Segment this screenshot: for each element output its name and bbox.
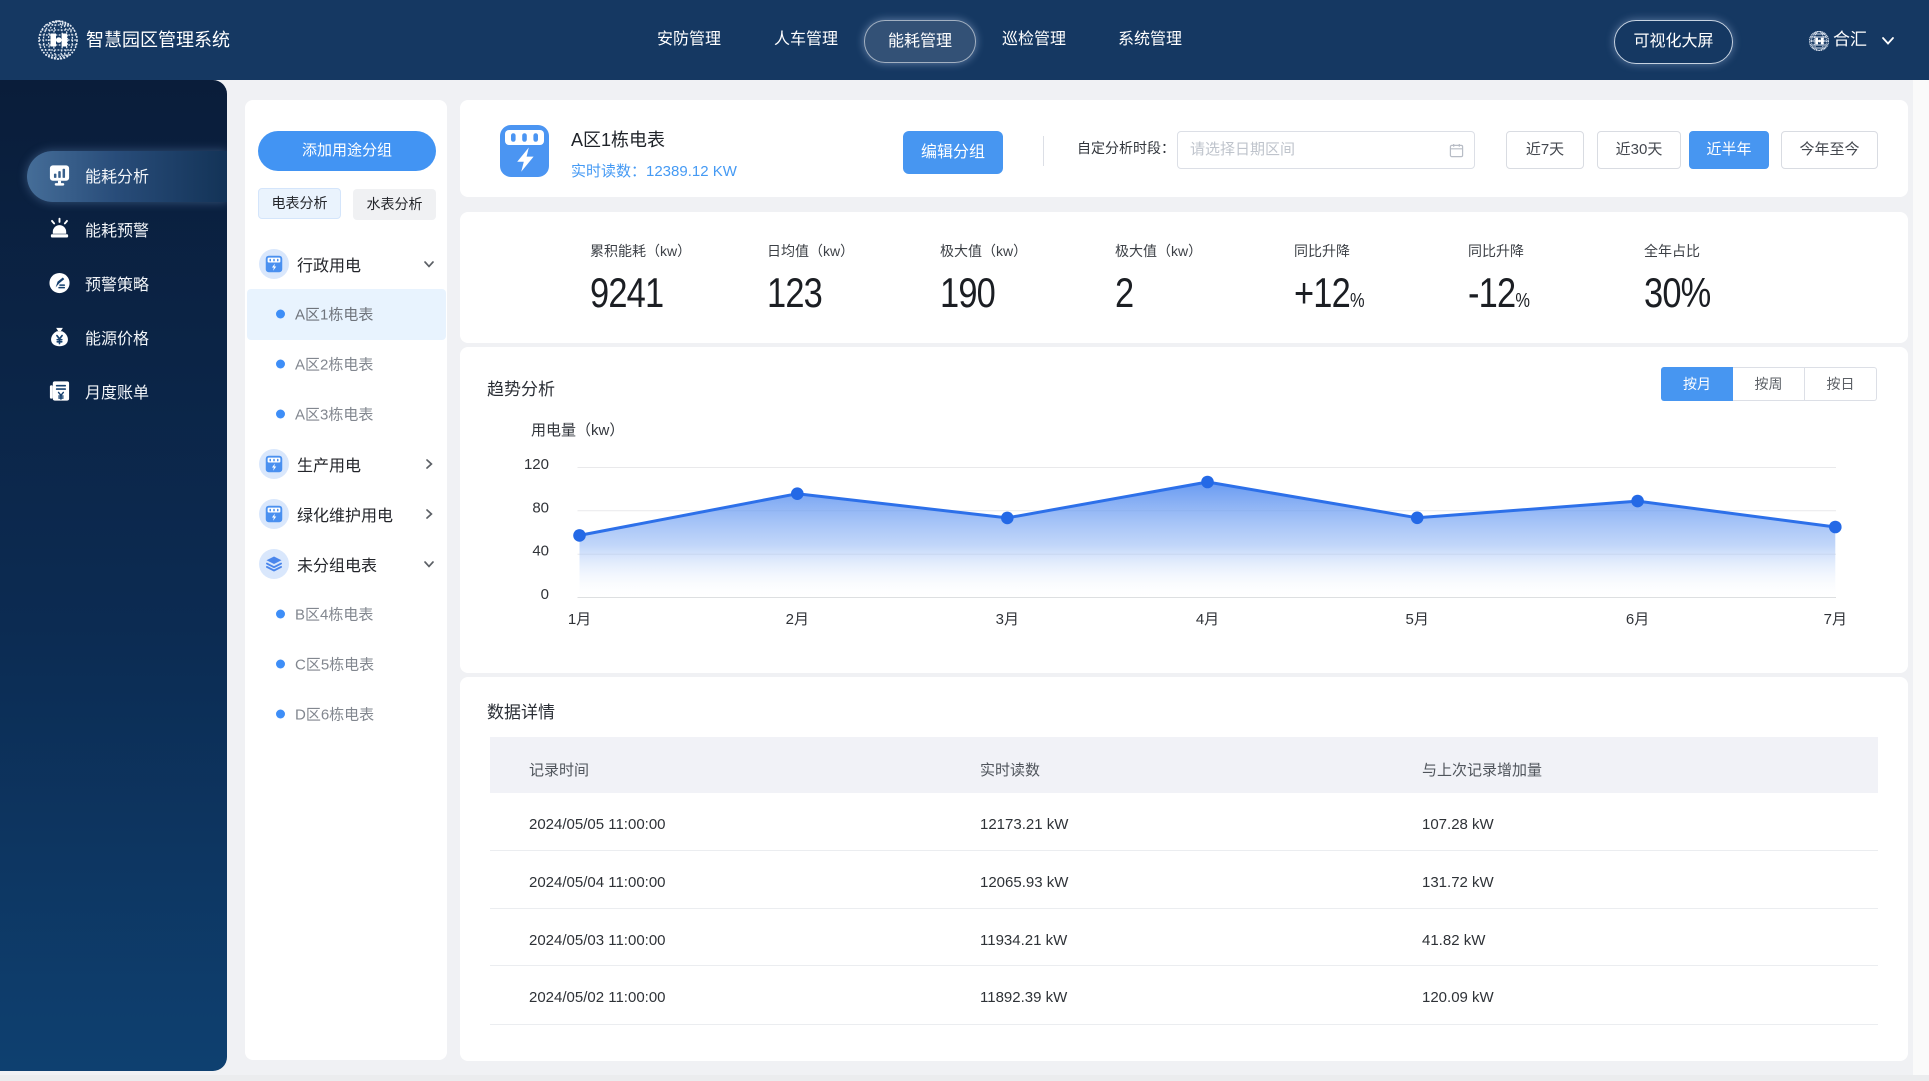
svg-text:120: 120: [524, 456, 549, 473]
svg-text:1月: 1月: [568, 611, 591, 628]
svg-text:40: 40: [532, 543, 549, 560]
svg-text:6月: 6月: [1626, 611, 1649, 628]
svg-text:80: 80: [532, 499, 549, 516]
svg-text:0: 0: [541, 586, 549, 603]
svg-text:5月: 5月: [1406, 611, 1429, 628]
svg-text:7月: 7月: [1824, 611, 1847, 628]
svg-text:4月: 4月: [1196, 611, 1219, 628]
svg-text:3月: 3月: [996, 611, 1019, 628]
svg-text:2月: 2月: [786, 611, 809, 628]
